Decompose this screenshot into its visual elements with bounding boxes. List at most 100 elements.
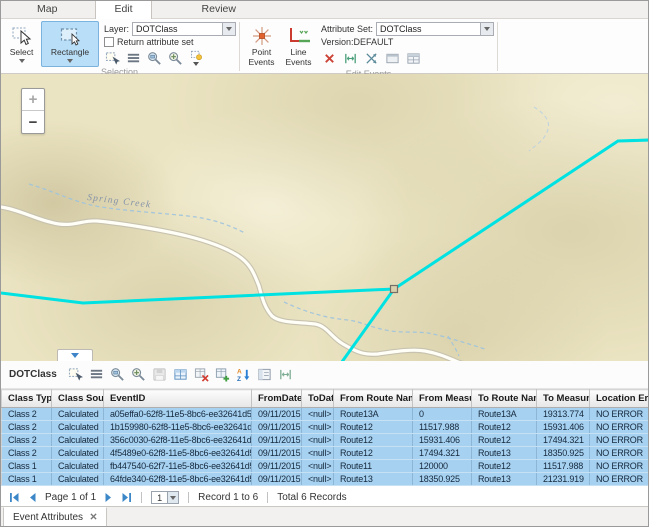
table-row[interactable]: Class 1Calculated64fde340-62f8-11e5-8bc6… xyxy=(2,473,649,486)
zoom-to-selection-icon[interactable] xyxy=(146,50,162,66)
form-view-icon[interactable] xyxy=(256,366,273,383)
column-header[interactable]: From Measure xyxy=(413,390,472,408)
table-cell[interactable]: 18350.925 xyxy=(537,447,590,460)
table-cell[interactable]: 4f5489e0-62f8-11e5-8bc6-ee32641d5ec9 xyxy=(104,447,252,460)
table-cell[interactable]: <null> xyxy=(302,434,334,447)
sort-icon[interactable]: AZ xyxy=(235,366,252,383)
table-cell[interactable]: Class 2 xyxy=(2,434,52,447)
attribute-set-dropdown-button[interactable] xyxy=(480,23,493,35)
table-cell[interactable]: Route13 xyxy=(472,473,537,486)
point-events-button[interactable]: Point Events xyxy=(244,21,279,69)
page-number-dropdown-button[interactable] xyxy=(167,492,178,503)
table-cell[interactable]: <null> xyxy=(302,421,334,434)
table-cell[interactable]: Route13A xyxy=(334,408,413,421)
first-page-button[interactable] xyxy=(9,492,20,503)
table-cell[interactable]: Route12 xyxy=(472,421,537,434)
measure-range-icon[interactable] xyxy=(342,50,358,66)
line-events-button[interactable]: Line Events xyxy=(281,21,316,69)
page-number-dropdown[interactable]: 1 xyxy=(151,491,179,504)
event-window-icon[interactable] xyxy=(384,50,400,66)
split-event-icon[interactable] xyxy=(363,50,379,66)
save-icon[interactable] xyxy=(151,366,168,383)
measure-range-icon[interactable] xyxy=(277,366,294,383)
next-page-button[interactable] xyxy=(103,492,114,503)
table-cell[interactable]: Route13 xyxy=(472,447,537,460)
column-header[interactable]: FromDate xyxy=(252,390,302,408)
table-cell[interactable]: Class 2 xyxy=(2,408,52,421)
select-features-icon[interactable] xyxy=(67,366,84,383)
table-cell[interactable]: 09/11/2015 xyxy=(252,408,302,421)
table-cell[interactable]: 11517.988 xyxy=(537,460,590,473)
rectangle-button[interactable]: Rectangle xyxy=(41,21,99,67)
return-attribute-set-checkbox[interactable] xyxy=(104,37,114,47)
clear-selection-icon[interactable] xyxy=(188,50,204,66)
add-row-icon[interactable] xyxy=(214,366,231,383)
route-junction-marker[interactable] xyxy=(391,286,398,293)
column-header[interactable]: EventID xyxy=(104,390,252,408)
table-cell[interactable]: Route12 xyxy=(334,421,413,434)
table-cell[interactable]: Calculated xyxy=(52,434,104,447)
table-cell[interactable]: NO ERROR xyxy=(590,434,649,447)
table-cell[interactable]: NO ERROR xyxy=(590,421,649,434)
column-header[interactable]: To Route Name xyxy=(472,390,537,408)
delete-event-icon[interactable] xyxy=(321,50,337,66)
table-cell[interactable]: 15931.406 xyxy=(537,421,590,434)
table-cell[interactable]: 15931.406 xyxy=(413,434,472,447)
tab-event-attributes[interactable]: Event Attributes xyxy=(3,507,107,527)
table-cell[interactable]: NO ERROR xyxy=(590,473,649,486)
table-cell[interactable]: 18350.925 xyxy=(413,473,472,486)
pan-to-selection-icon[interactable] xyxy=(130,366,147,383)
tab-edit[interactable]: Edit xyxy=(95,0,151,19)
last-page-button[interactable] xyxy=(121,492,132,503)
route-highlight-northeast[interactable] xyxy=(394,140,648,289)
attribute-list-icon[interactable] xyxy=(88,366,105,383)
table-cell[interactable]: 120000 xyxy=(413,460,472,473)
table-cell[interactable]: 09/11/2015 xyxy=(252,460,302,473)
table-cell[interactable]: Route12 xyxy=(334,447,413,460)
table-row[interactable]: Class 2Calculated1b159980-62f8-11e5-8bc6… xyxy=(2,421,649,434)
table-row[interactable]: Class 1Calculatedfb447540-62f7-11e5-8bc6… xyxy=(2,460,649,473)
column-header[interactable]: Location Error xyxy=(590,390,649,408)
table-row[interactable]: Class 2Calculated356c0030-62f8-11e5-8bc6… xyxy=(2,434,649,447)
table-cell[interactable]: Route13A xyxy=(472,408,537,421)
table-cell[interactable]: Class 1 xyxy=(2,460,52,473)
table-cell[interactable]: 17494.321 xyxy=(413,447,472,460)
table-cell[interactable]: 09/11/2015 xyxy=(252,473,302,486)
table-cell[interactable]: fb447540-62f7-11e5-8bc6-ee32641d5ec9 xyxy=(104,460,252,473)
table-cell[interactable]: Class 2 xyxy=(2,421,52,434)
table-cell[interactable]: Calculated xyxy=(52,408,104,421)
table-cell[interactable]: Route12 xyxy=(334,434,413,447)
table-cell[interactable]: 64fde340-62f8-11e5-8bc6-ee32641d5ec9 xyxy=(104,473,252,486)
table-row[interactable]: Class 2Calculateda05effa0-62f8-11e5-8bc6… xyxy=(2,408,649,421)
table-cell[interactable]: 0 xyxy=(413,408,472,421)
table-cell[interactable]: Route13 xyxy=(334,473,413,486)
delete-row-icon[interactable] xyxy=(193,366,210,383)
attribute-set-dropdown[interactable]: DOTClass xyxy=(376,22,494,36)
attribute-list-icon[interactable] xyxy=(125,50,141,66)
tab-map[interactable]: Map xyxy=(19,1,75,18)
table-cell[interactable]: 17494.321 xyxy=(537,434,590,447)
close-icon[interactable] xyxy=(90,512,97,523)
table-cell[interactable]: Calculated xyxy=(52,421,104,434)
table-cell[interactable]: NO ERROR xyxy=(590,460,649,473)
table-cell[interactable]: 09/11/2015 xyxy=(252,421,302,434)
column-header[interactable]: To Measure xyxy=(537,390,590,408)
route-highlight-west[interactable] xyxy=(1,289,394,303)
column-header[interactable]: ToDate xyxy=(302,390,334,408)
tab-review[interactable]: Review xyxy=(184,1,254,18)
table-icon[interactable] xyxy=(172,366,189,383)
table-cell[interactable]: a05effa0-62f8-11e5-8bc6-ee32641d5ec9 xyxy=(104,408,252,421)
table-cell[interactable]: <null> xyxy=(302,408,334,421)
table-row[interactable]: Class 2Calculated4f5489e0-62f8-11e5-8bc6… xyxy=(2,447,649,460)
table-cell[interactable]: <null> xyxy=(302,460,334,473)
zoom-in-button[interactable]: + xyxy=(22,89,44,111)
zoom-out-button[interactable]: − xyxy=(22,111,44,133)
table-cell[interactable]: Calculated xyxy=(52,460,104,473)
table-cell[interactable]: 09/11/2015 xyxy=(252,447,302,460)
zoom-to-selection-icon[interactable] xyxy=(109,366,126,383)
table-cell[interactable]: 21231.919 xyxy=(537,473,590,486)
event-grid-icon[interactable] xyxy=(405,50,421,66)
table-cell[interactable]: NO ERROR xyxy=(590,408,649,421)
table-cell[interactable]: <null> xyxy=(302,473,334,486)
table-cell[interactable]: 1b159980-62f8-11e5-8bc6-ee32641d5ec9 xyxy=(104,421,252,434)
